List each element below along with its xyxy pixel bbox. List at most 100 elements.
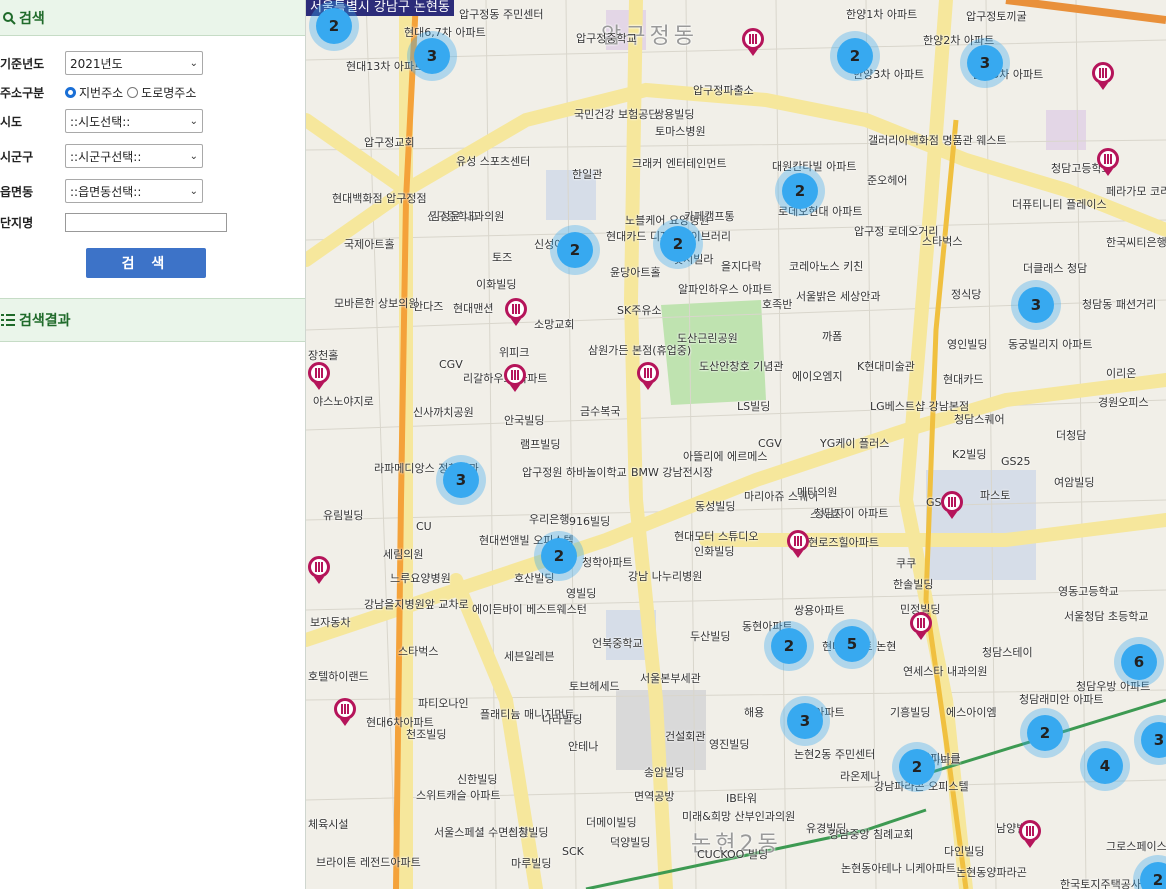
place-label: 마루빌딩: [511, 857, 552, 870]
place-label: SCK: [562, 845, 584, 858]
cluster-marker[interactable]: 2: [541, 538, 577, 574]
sido-select-value: ::시도선택::: [70, 114, 131, 129]
cluster-marker[interactable]: 3: [787, 703, 823, 739]
place-label: 삼원가든 본점(휴업중): [588, 344, 692, 357]
complex-label: 단지명: [0, 216, 34, 230]
cluster-marker[interactable]: 4: [1087, 748, 1123, 784]
place-label: 쿠쿠: [896, 557, 917, 570]
apartment-marker-icon[interactable]: [1019, 820, 1041, 848]
apartment-marker-icon[interactable]: [308, 362, 330, 390]
place-label: CUCKOO 빌딩: [697, 848, 769, 861]
place-label: 김성윤 내과의원: [430, 210, 505, 223]
apartment-marker-icon[interactable]: [505, 298, 527, 326]
cluster-marker[interactable]: 3: [414, 38, 450, 74]
place-label: 압구정토끼굴: [966, 10, 1027, 23]
place-label: 크래커 엔터테인먼트: [632, 157, 727, 170]
place-label: 더청담: [1056, 429, 1087, 442]
map-view[interactable]: 서울특별시 강남구 논현동 압구정동 논현2동 압구정동 주민센터 압구정중학교 한…: [306, 0, 1166, 889]
place-label: 한양1차 아파트: [846, 8, 918, 21]
apartment-marker-icon[interactable]: [637, 362, 659, 390]
cluster-marker[interactable]: 3: [1018, 287, 1054, 323]
apartment-marker-icon[interactable]: [1097, 148, 1119, 176]
place-label: 송암빌딩: [644, 766, 685, 779]
sido-row: 시도 ::시도선택:: ⌄: [0, 109, 203, 133]
place-label: 야스노야지로: [313, 395, 374, 408]
cluster-marker[interactable]: 2: [899, 749, 935, 785]
year-select[interactable]: 2021년도 ⌄: [65, 51, 203, 75]
place-label: 더메이빌딩: [586, 816, 637, 829]
cluster-marker[interactable]: 6: [1121, 644, 1157, 680]
sigungu-row: 시군구 ::시군구선택:: ⌄: [0, 144, 203, 168]
place-label: 호산빌딩: [514, 572, 555, 585]
place-label: 면역공방: [634, 790, 675, 803]
eupmyeondong-select[interactable]: ::읍면동선택:: ⌄: [65, 179, 203, 203]
place-label: 금수복국: [580, 405, 621, 418]
cluster-marker[interactable]: 2: [316, 8, 352, 44]
apartment-marker-icon[interactable]: [910, 612, 932, 640]
place-label: 을지다락: [721, 260, 762, 273]
place-label: 청담스퀘어: [954, 413, 1005, 426]
complex-name-input[interactable]: [65, 213, 227, 232]
place-label: 한솔빌딩: [893, 578, 934, 591]
place-label: 한국토지주택공사: [1060, 878, 1141, 889]
place-label: 장천홀: [308, 349, 339, 362]
apartment-marker-icon[interactable]: [334, 698, 356, 726]
cluster-marker[interactable]: 2: [782, 173, 818, 209]
place-label: 다인빌딩: [944, 845, 985, 858]
place-label: 인화빌딩: [694, 545, 735, 558]
apartment-marker-icon[interactable]: [504, 364, 526, 392]
cluster-marker[interactable]: 2: [837, 38, 873, 74]
place-label: 신창빌딩: [508, 826, 549, 839]
place-label: 에이오엠지: [792, 370, 843, 383]
place-label: LG베스트샵 강남본점: [870, 400, 970, 413]
place-label: 서울본부세관: [640, 672, 701, 685]
place-label: 영인빌딩: [947, 338, 988, 351]
cluster-marker[interactable]: 3: [967, 45, 1003, 81]
chevron-down-icon: ⌄: [189, 115, 198, 127]
apartment-marker-icon[interactable]: [308, 556, 330, 584]
place-label: 청담자이 아파트: [814, 507, 889, 520]
search-section-header: 검색: [0, 0, 305, 36]
place-label: 덕양빌딩: [610, 836, 651, 849]
place-label: 브라이튼 레전드아파트: [316, 856, 421, 869]
place-label: K2빌딩: [952, 448, 987, 461]
place-label: 스위트캐슬 아파트: [416, 789, 501, 802]
place-label: 그로스페이스: [1106, 840, 1166, 853]
place-label: YG케이 플러스: [820, 437, 890, 450]
place-label: 강남 나누리병원: [628, 570, 703, 583]
place-label: 압구정원 하바놀이학교: [522, 466, 627, 479]
place-label: 건설회관: [665, 730, 706, 743]
place-label: 영빌딩: [566, 587, 597, 600]
place-label: CU: [416, 520, 432, 533]
place-label: 나라빌딩: [542, 713, 583, 726]
search-button[interactable]: 검 색: [86, 248, 206, 278]
apartment-marker-icon[interactable]: [941, 491, 963, 519]
place-label: 코레아노스 키친: [789, 260, 864, 273]
sigungu-select[interactable]: ::시군구선택:: ⌄: [65, 144, 203, 168]
place-label: 체육시설: [308, 818, 349, 831]
place-label: 갤러리아백화점 명품관 웨스트: [868, 134, 1007, 147]
place-label: 강남중앙 침례교회: [829, 828, 914, 841]
place-label: 램프빌딩: [520, 438, 561, 451]
place-label: 파스토: [980, 489, 1011, 502]
cluster-marker[interactable]: 5: [834, 626, 870, 662]
apartment-marker-icon[interactable]: [787, 530, 809, 558]
jibun-address-radio[interactable]: 지번주소: [65, 84, 123, 101]
cluster-marker[interactable]: 3: [443, 462, 479, 498]
apartment-marker-icon[interactable]: [1092, 62, 1114, 90]
place-label: LS빌딩: [737, 400, 771, 413]
place-label: 현대모터 스튜디오: [674, 530, 759, 543]
cluster-marker[interactable]: 2: [771, 628, 807, 664]
apartment-marker-icon[interactable]: [742, 28, 764, 56]
sido-select[interactable]: ::시도선택:: ⌄: [65, 109, 203, 133]
road-address-radio[interactable]: 도로명주소: [127, 84, 196, 101]
cluster-marker[interactable]: 2: [660, 226, 696, 262]
place-label: 대원칸타빌 아파트: [772, 160, 857, 173]
place-label: 신한빌딩: [457, 773, 498, 786]
place-label: 더클래스 청담: [1023, 262, 1088, 275]
cluster-marker[interactable]: 2: [1027, 715, 1063, 751]
cluster-marker[interactable]: 2: [557, 232, 593, 268]
place-label: 현대6,7차 아파트: [404, 26, 486, 39]
jibun-address-label: 지번주소: [79, 86, 124, 100]
place-label: 스타벅스: [922, 235, 963, 248]
